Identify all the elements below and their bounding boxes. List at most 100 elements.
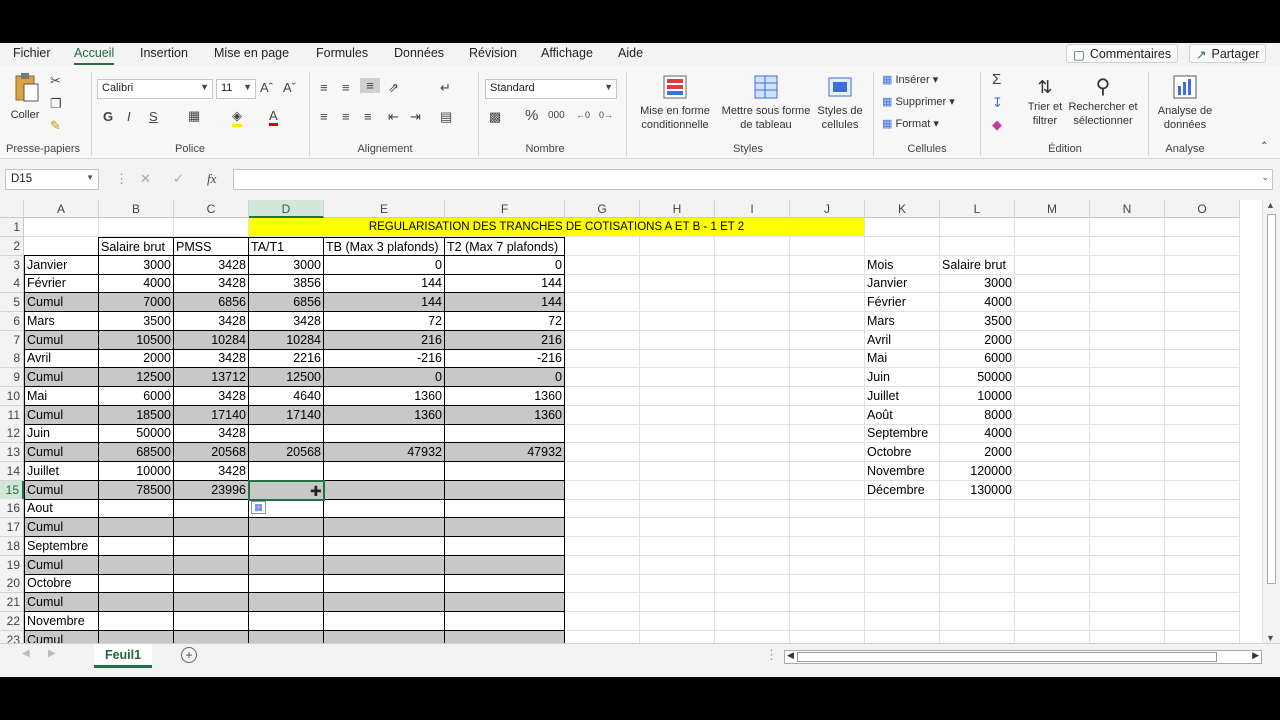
grid-cell[interactable] [565, 461, 640, 481]
grid-cell[interactable] [865, 630, 940, 643]
grid-cell[interactable] [1165, 630, 1240, 643]
grid-cell[interactable] [1165, 574, 1240, 594]
table-cell[interactable] [174, 555, 249, 575]
column-header-n[interactable]: N [1090, 200, 1165, 218]
grid-cell[interactable] [565, 630, 640, 643]
grid-cell[interactable] [1165, 518, 1240, 537]
grid-cell[interactable] [790, 461, 865, 481]
table-cell[interactable]: 17140 [249, 405, 324, 425]
tab-accueil[interactable]: Accueil [74, 46, 115, 65]
grid-cell[interactable] [640, 311, 715, 331]
analyze-data-button[interactable]: Analyse de données [1152, 74, 1218, 132]
tab-donnees[interactable]: Données [394, 46, 444, 60]
grid-cell[interactable] [940, 536, 1015, 556]
fill-color-icon[interactable]: ◈ [232, 108, 242, 127]
grid-cell[interactable] [1015, 555, 1090, 575]
row-header-21[interactable]: 21 [0, 593, 24, 612]
align-left-icon[interactable]: ≡ [320, 109, 328, 124]
grid-cell[interactable] [1015, 443, 1090, 462]
month-label-cell[interactable]: Janvier [24, 255, 99, 275]
grid-cell[interactable] [1015, 518, 1090, 537]
comments-button[interactable]: ▢ Commentaires [1066, 44, 1179, 63]
column-header-c[interactable]: C [174, 200, 249, 218]
grid-cell[interactable] [790, 311, 865, 331]
table-cell[interactable] [445, 593, 565, 612]
grid-cell[interactable] [715, 461, 790, 481]
grid-cell[interactable] [1165, 236, 1240, 256]
grid-cell[interactable] [1090, 443, 1165, 462]
table-cell[interactable] [445, 536, 565, 556]
grid-cell[interactable] [715, 293, 790, 312]
grid-cell[interactable] [640, 574, 715, 594]
increase-decimal-icon[interactable]: ←0 [576, 110, 590, 120]
table-cell[interactable]: 3428 [174, 461, 249, 481]
currency-icon[interactable]: ▩ [489, 109, 501, 125]
grid-cell[interactable] [1090, 536, 1165, 556]
grid-cell[interactable] [640, 330, 715, 350]
grid-cell[interactable] [715, 255, 790, 275]
table-cell[interactable] [324, 574, 445, 594]
table-cell[interactable]: 17140 [174, 405, 249, 425]
grid-cell[interactable] [640, 236, 715, 256]
merge-center-icon[interactable]: ▤ [440, 109, 452, 125]
enter-icon[interactable]: ✓ [173, 171, 184, 187]
row-header-18[interactable]: 18 [0, 536, 24, 556]
horizontal-scrollbar[interactable]: ◀ ▶ [784, 650, 1262, 664]
grid-cell[interactable] [790, 349, 865, 369]
grid-cell[interactable] [790, 443, 865, 462]
grid-cell[interactable] [715, 555, 790, 575]
table-cell[interactable] [249, 536, 324, 556]
grid-cell[interactable] [565, 611, 640, 631]
grid-cell[interactable] [790, 518, 865, 537]
side-month-cell[interactable]: Décembre [865, 480, 940, 500]
grid-cell[interactable] [1090, 218, 1165, 237]
sheet-tab-feuil1[interactable]: Feuil1 [94, 644, 152, 668]
grid-cell[interactable] [640, 405, 715, 425]
table-cell[interactable] [99, 536, 174, 556]
grid-cell[interactable] [1165, 330, 1240, 350]
grid-cell[interactable] [865, 593, 940, 612]
grid-cell[interactable] [940, 218, 1015, 237]
grid-cell[interactable] [1090, 574, 1165, 594]
side-salary-cell[interactable]: 50000 [940, 368, 1015, 387]
table-cell[interactable] [445, 518, 565, 537]
table-cell[interactable] [249, 630, 324, 643]
month-label-cell[interactable]: Février [24, 274, 99, 294]
row-header-13[interactable]: 13 [0, 443, 24, 462]
table-cell[interactable] [174, 518, 249, 537]
grid-cell[interactable] [565, 293, 640, 312]
autosum-icon[interactable]: Σ [992, 71, 1001, 88]
conditional-format-button[interactable]: Mise en forme conditionnelle [632, 74, 718, 132]
align-right-icon[interactable]: ≡ [364, 109, 372, 124]
grid-cell[interactable] [1165, 386, 1240, 406]
grid-cell[interactable] [865, 236, 940, 256]
grid-cell[interactable] [99, 218, 174, 237]
table-cell[interactable]: 2000 [99, 349, 174, 369]
tab-formules[interactable]: Formules [316, 46, 368, 60]
title-banner[interactable]: REGULARISATION DES TRANCHES DE COTISATIO… [249, 218, 865, 237]
table-header-cell[interactable]: TB (Max 3 plafonds) [324, 236, 445, 256]
grid-cell[interactable] [1090, 236, 1165, 256]
grid-cell[interactable] [790, 630, 865, 643]
table-cell[interactable]: 1360 [324, 405, 445, 425]
table-cell[interactable]: 3428 [174, 349, 249, 369]
grid-cell[interactable] [715, 518, 790, 537]
table-cell[interactable]: 3428 [174, 255, 249, 275]
column-header-j[interactable]: J [790, 200, 865, 218]
vertical-scrollbar[interactable]: ▲ ▼ [1262, 200, 1280, 643]
grid-cell[interactable] [715, 480, 790, 500]
grid-cell[interactable] [865, 611, 940, 631]
grid-cell[interactable] [1090, 499, 1165, 519]
side-month-cell[interactable]: Septembre [865, 424, 940, 444]
table-cell[interactable]: 12500 [249, 368, 324, 387]
table-cell[interactable] [99, 574, 174, 594]
side-month-cell[interactable]: Janvier [865, 274, 940, 294]
row-header-19[interactable]: 19 [0, 555, 24, 575]
table-cell[interactable]: 68500 [99, 443, 174, 462]
grid-cell[interactable] [790, 236, 865, 256]
grid-cell[interactable] [1015, 405, 1090, 425]
grid-cell[interactable] [1090, 480, 1165, 500]
side-table-header[interactable]: Salaire brut [940, 255, 1015, 275]
grid-cell[interactable] [565, 405, 640, 425]
column-header-o[interactable]: O [1165, 200, 1240, 218]
